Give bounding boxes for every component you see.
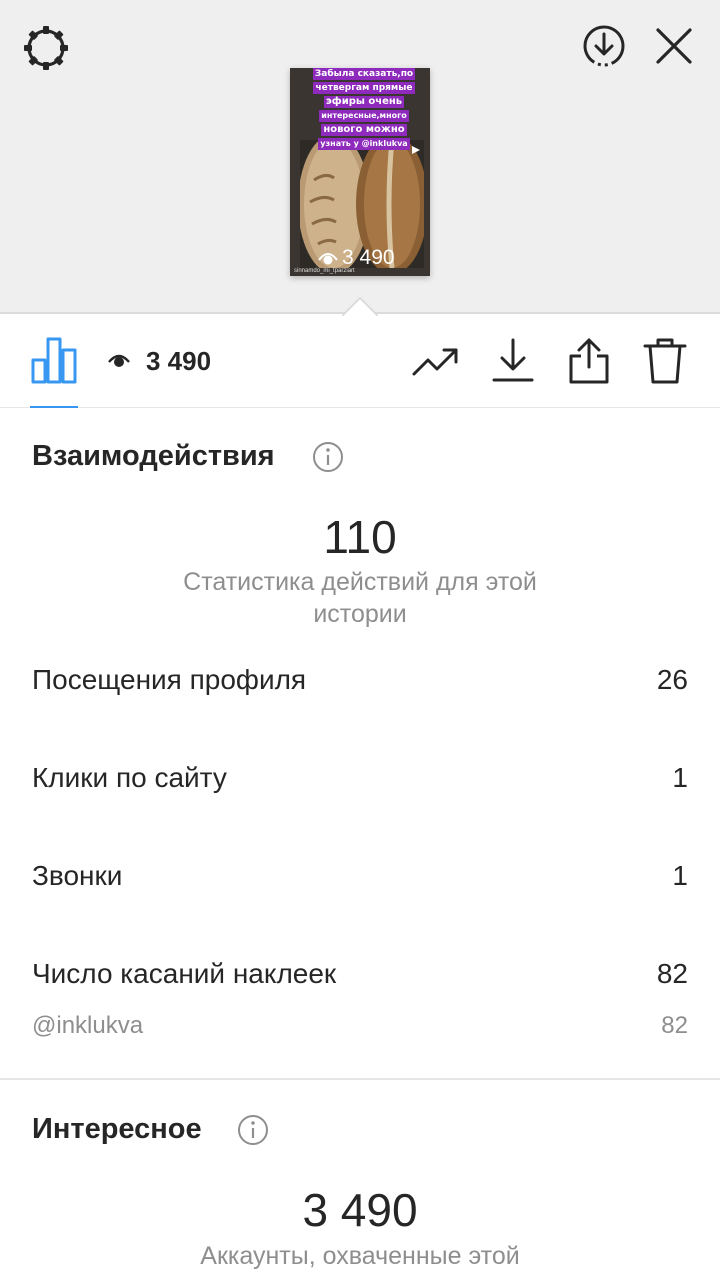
info-icon[interactable] (312, 441, 344, 473)
section-divider (0, 1078, 720, 1080)
metric-value: 1 (672, 762, 688, 793)
story-text-line: узнать у @inklukva (318, 138, 410, 150)
interactions-total: 110 (323, 511, 397, 563)
sticker-handle-value: 82 (661, 1012, 688, 1039)
metric-label: Число касаний наклеек (32, 958, 337, 989)
metric-value: 26 (656, 664, 688, 695)
info-icon[interactable] (237, 1114, 269, 1146)
close-icon[interactable] (652, 24, 696, 68)
active-tab-indicator (30, 406, 78, 408)
story-thumbnail[interactable]: Забыла сказать,по четвергам прямые эфиры… (290, 68, 430, 276)
selection-pointer (342, 296, 378, 316)
metric-value: 82 (656, 958, 688, 989)
story-views-overlay: 3 490 (318, 246, 395, 270)
story-watermark: sinnamdo_mi_tparziart (294, 268, 355, 274)
discovery-caption: Аккаунты, охваченные этой (200, 1242, 520, 1270)
story-caption-text: Забыла сказать,по четвергам прямые эфиры… (308, 68, 420, 152)
bar-chart-icon[interactable] (30, 336, 78, 384)
story-text-line: четвергам прямые (313, 82, 415, 94)
metric-label: Клики по сайту (32, 762, 227, 793)
trend-icon[interactable] (410, 336, 460, 386)
interactions-caption: Статистика действий для этой истории (183, 568, 537, 628)
gear-icon[interactable] (22, 24, 70, 72)
metric-value: 1 (672, 860, 688, 891)
discovery-total: 3 490 (302, 1184, 418, 1236)
story-text-line: интересные,много (319, 110, 409, 122)
download-circle-icon[interactable] (580, 22, 628, 70)
interactions-title: Взаимодействия (32, 440, 275, 472)
metric-label: Посещения профиля (32, 664, 307, 695)
sticker-handle: @inklukva (32, 1012, 144, 1039)
share-icon[interactable] (564, 336, 614, 386)
story-text-line: нового можно (321, 124, 407, 136)
story-text-line: эфиры очень (323, 96, 405, 108)
download-icon[interactable] (488, 336, 538, 386)
eye-icon (318, 253, 338, 265)
discovery-title: Интересное (32, 1113, 202, 1145)
story-views-count: 3 490 (342, 246, 395, 269)
insights-toolbar: 3 490 (0, 316, 720, 408)
views-count: 3 490 (146, 346, 212, 376)
metric-label: Звонки (32, 860, 123, 891)
trash-icon[interactable] (640, 336, 690, 386)
eye-icon (108, 354, 130, 367)
story-text-line: Забыла сказать,по (312, 68, 416, 80)
